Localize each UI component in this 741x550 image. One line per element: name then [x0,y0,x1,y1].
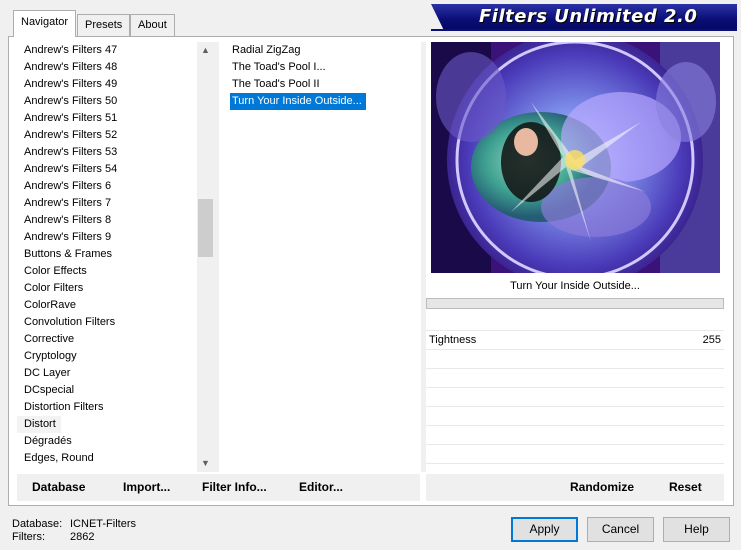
tab-navigator[interactable]: Navigator [13,10,77,37]
param-row-empty [426,445,724,464]
param-row-empty [426,350,724,369]
progress-bar [426,298,724,309]
param-row-empty [426,388,724,407]
category-item[interactable]: Andrew's Filters 53 [17,144,197,161]
database-label: Database: [12,518,63,530]
category-item[interactable]: Andrew's Filters 54 [17,161,197,178]
preview-art [431,42,720,273]
tab-presets[interactable]: Presets [77,14,131,36]
category-item[interactable]: ColorRave [17,297,197,314]
filter-item[interactable]: Turn Your Inside Outside... [230,93,366,110]
param-row-empty [426,426,724,445]
category-item[interactable]: Convolution Filters [17,314,197,331]
filter-info-button[interactable]: Filter Info... [202,480,267,494]
filter-preview-image [431,42,720,273]
category-item[interactable]: Corrective [17,331,197,348]
param-row-tightness[interactable]: Tightness 255 [426,331,724,350]
category-item[interactable]: Distort [17,416,61,433]
category-item[interactable]: Andrew's Filters 50 [17,93,197,110]
banner-underline [431,29,737,31]
category-item[interactable]: Cryptology [17,348,197,365]
category-item[interactable]: Andrew's Filters 49 [17,76,197,93]
filters-count-label: Filters: [12,531,45,543]
category-item[interactable]: Andrew's Filters 9 [17,229,197,246]
database-button[interactable]: Database [32,480,85,494]
apply-button[interactable]: Apply [511,517,578,542]
scroll-down-icon[interactable]: ▼ [197,455,214,472]
category-item[interactable]: DCspecial [17,382,197,399]
app-banner: Filters Unlimited 2.0 [431,4,737,29]
database-value: ICNET-Filters [70,518,136,530]
preview-filter-title: Turn Your Inside Outside... [510,280,640,292]
category-scrollbar[interactable]: ▲ ▼ [197,42,214,472]
category-item[interactable]: Andrew's Filters 51 [17,110,197,127]
category-item[interactable]: Andrew's Filters 52 [17,127,197,144]
category-item[interactable]: Andrew's Filters 8 [17,212,197,229]
import-button[interactable]: Import... [123,480,170,494]
param-value: 255 [702,334,721,346]
editor-button[interactable]: Editor... [299,480,343,494]
category-item[interactable]: Andrew's Filters 48 [17,59,197,76]
filter-list[interactable]: Radial ZigZag The Toad's Pool I... The Toa… [220,42,420,472]
category-item[interactable]: Dégradés [17,433,197,450]
param-name: Tightness [429,334,477,346]
category-item[interactable]: Edges, Round [17,450,197,467]
randomize-button[interactable]: Randomize [570,480,634,494]
param-slider-row[interactable] [426,310,724,331]
category-item[interactable]: Andrew's Filters 7 [17,195,197,212]
category-item[interactable]: Color Filters [17,280,197,297]
filter-item[interactable]: Radial ZigZag [220,42,420,59]
scroll-thumb[interactable] [198,199,213,257]
category-item[interactable]: Distortion Filters [17,399,197,416]
reset-button[interactable]: Reset [669,480,702,494]
category-item[interactable]: Color Effects [17,263,197,280]
list-divider [214,42,219,472]
category-item[interactable]: Andrew's Filters 6 [17,178,197,195]
filter-item[interactable]: The Toad's Pool I... [220,59,420,76]
scroll-up-icon[interactable]: ▲ [197,42,214,59]
tab-about[interactable]: About [130,14,175,36]
category-item[interactable]: DC Layer [17,365,197,382]
category-item[interactable]: Andrew's Filters 47 [17,42,197,59]
filter-item[interactable]: The Toad's Pool II [220,76,420,93]
category-list[interactable]: Andrew's Filters 47 Andrew's Filters 48 An… [17,42,197,472]
filters-count-value: 2862 [70,531,95,543]
parameter-area: Tightness 255 [426,310,724,470]
param-row-empty [426,407,724,426]
param-row-empty [426,369,724,388]
cancel-button[interactable]: Cancel [587,517,654,542]
category-item[interactable]: Buttons & Frames [17,246,197,263]
help-button[interactable]: Help [663,517,730,542]
